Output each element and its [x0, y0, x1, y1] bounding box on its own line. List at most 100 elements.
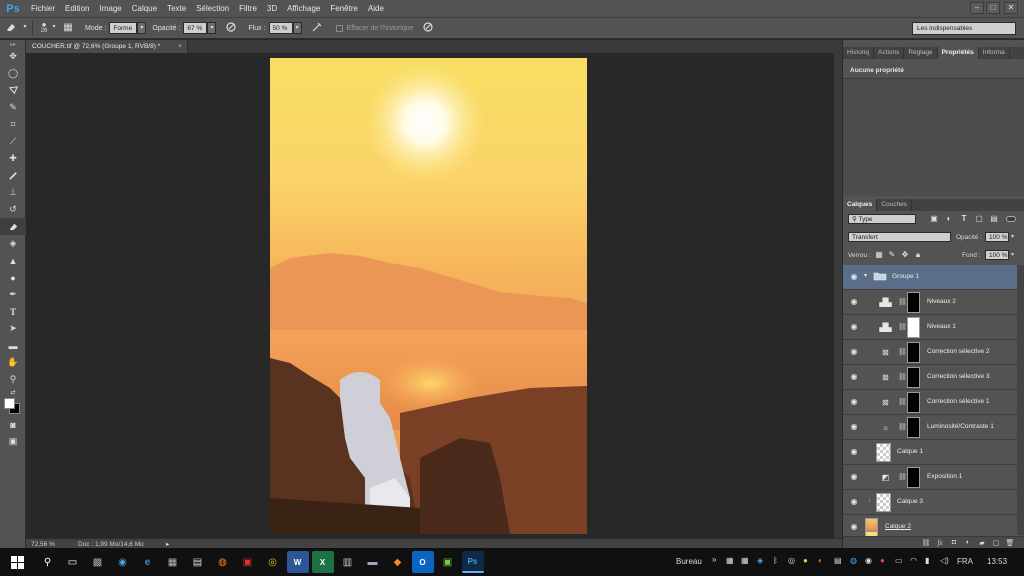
move-tool-icon[interactable]: ✥ — [0, 48, 26, 65]
document-close-icon[interactable]: × — [178, 40, 182, 53]
task-view-icon[interactable]: ▭ — [62, 551, 84, 573]
filter-shape-icon[interactable]: ▢ — [974, 214, 984, 224]
lasso-tool-icon[interactable] — [0, 82, 26, 99]
outlook-icon[interactable]: O — [411, 551, 434, 573]
layer-mask-thumbnail[interactable] — [907, 342, 920, 363]
eraser-tool-icon[interactable] — [4, 21, 18, 35]
search-icon[interactable]: ⚲ — [37, 551, 59, 573]
filter-toggle-switch[interactable] — [1006, 216, 1016, 222]
input-language[interactable]: FRA — [957, 557, 973, 566]
wifi-icon[interactable]: ◠ — [910, 556, 917, 565]
tray-app-icon-3[interactable]: ◎ — [788, 556, 795, 565]
layer-thumbnail[interactable] — [876, 493, 891, 512]
app-green-icon[interactable]: ▣ — [437, 551, 459, 573]
layer-thumbnail[interactable] — [876, 443, 891, 462]
quick-mask-icon[interactable]: ◙ — [0, 416, 26, 433]
tab-calques[interactable]: Calques — [843, 199, 878, 211]
lock-all-icon[interactable]: 🔒︎ — [913, 250, 923, 260]
clock-time[interactable]: 13:53 — [987, 557, 1007, 566]
app-red-icon[interactable]: ▣ — [237, 551, 259, 573]
tool-preset-dropdown[interactable]: ▾ — [22, 22, 28, 34]
eyedropper-tool-icon[interactable]: ⟋ — [0, 133, 26, 150]
blend-mode-select[interactable]: Transfert — [848, 232, 951, 242]
menu-fenetre[interactable]: Fenêtre — [325, 4, 363, 13]
nvidia-icon[interactable]: ◈ — [757, 556, 763, 565]
layer-row-luminosite-contraste-1[interactable]: ◉ ☼ ⛓ Luminosité/Contraste 1 — [843, 415, 1017, 440]
tab-reglage[interactable]: Réglage — [904, 47, 938, 59]
crop-tool-icon[interactable]: ⌗ — [0, 116, 26, 133]
add-mask-icon[interactable]: ◘ — [947, 539, 961, 546]
menu-selection[interactable]: Sélection — [191, 4, 234, 13]
tray-app-icon-1[interactable]: ▦ — [726, 556, 734, 565]
calculator-icon[interactable]: ▥ — [337, 551, 359, 573]
filter-type-icon[interactable]: T — [959, 214, 969, 224]
firefox-icon[interactable]: ◍ — [212, 551, 234, 573]
new-adjustment-layer-icon[interactable]: ◐ — [961, 539, 975, 546]
brush-panel-icon[interactable]: ▦ — [61, 21, 75, 35]
volume-icon[interactable]: ◁) — [940, 556, 949, 565]
tray-app-icon-2[interactable]: ▦ — [741, 556, 749, 565]
opacity-input[interactable]: 67 % — [183, 22, 208, 34]
desktop-toolbar-label[interactable]: Bureau — [676, 557, 702, 566]
menu-calque[interactable]: Calque — [127, 4, 162, 13]
minimize-button[interactable]: – — [970, 2, 984, 14]
tab-actions[interactable]: Actions — [874, 47, 905, 59]
blur-tool-icon[interactable]: ▲ — [0, 252, 26, 269]
visibility-eye-icon[interactable]: ◉ — [849, 422, 859, 432]
menu-affichage[interactable]: Affichage — [282, 4, 325, 13]
app-orange-icon[interactable]: ◆ — [387, 551, 409, 573]
word-icon[interactable]: W — [286, 551, 309, 573]
lock-pixels-icon[interactable]: ✎ — [887, 250, 897, 260]
store-icon[interactable]: ▤ — [187, 551, 209, 573]
toolbar-expand-chevron[interactable]: » — [712, 555, 716, 564]
flow-input[interactable]: 50 % — [268, 22, 293, 34]
layer-mask-thumbnail[interactable] — [907, 467, 920, 488]
menu-edition[interactable]: Edition — [60, 4, 94, 13]
visibility-eye-icon[interactable]: ◉ — [849, 372, 859, 382]
layer-row-groupe-1[interactable]: ◉ ▾ Groupe 1 — [843, 265, 1017, 290]
swap-colors-icon[interactable]: ⇄ — [0, 388, 26, 396]
edge-browser-icon[interactable]: e — [137, 551, 159, 573]
document-tab[interactable]: COUCHER.tif @ 72,6% (Groupe 1, RVB/8) * … — [26, 40, 188, 53]
tab-informations[interactable]: Informa — [979, 47, 1010, 59]
workspace-select[interactable]: Les indispensables — [912, 22, 1016, 35]
brush-preset-picker[interactable]: ● 26 — [37, 21, 51, 35]
opacity-dropdown-arrow[interactable]: ▾ — [207, 22, 217, 34]
foreground-color-swatch[interactable] — [4, 398, 15, 409]
mode-dropdown-arrow[interactable]: ▾ — [137, 22, 147, 34]
marquee-tool-icon[interactable]: ◯ — [0, 65, 26, 82]
eraser-tool-icon-active[interactable] — [0, 218, 26, 235]
layer-opacity-dropdown-arrow[interactable]: ▾ — [1011, 233, 1014, 240]
app-icon-2[interactable]: ◉ — [112, 551, 134, 573]
menu-aide[interactable]: Aide — [363, 4, 389, 13]
visibility-eye-icon[interactable]: ◉ — [849, 397, 859, 407]
visibility-eye-icon[interactable]: ◉ — [849, 347, 859, 357]
document-image[interactable] — [270, 58, 587, 534]
color-swatches[interactable] — [0, 396, 26, 416]
pressure-size-icon[interactable] — [421, 21, 435, 35]
mask-link-icon[interactable]: ⛓ — [898, 298, 907, 307]
excel-icon[interactable]: X — [311, 551, 334, 573]
erase-history-checkbox[interactable] — [335, 24, 343, 32]
canvas-vertical-scrollbar[interactable] — [834, 53, 842, 538]
dodge-tool-icon[interactable]: ● — [0, 269, 26, 286]
layers-scrollbar[interactable] — [1017, 265, 1024, 535]
path-selection-tool-icon[interactable]: ➤ — [0, 320, 26, 337]
visibility-eye-icon[interactable]: ◉ — [849, 297, 859, 307]
visibility-eye-icon[interactable]: ◉ — [849, 322, 859, 332]
layer-opacity-input[interactable]: 100 % — [985, 232, 1009, 242]
tab-historique[interactable]: Historiq — [843, 47, 875, 59]
mask-link-icon[interactable]: ⛓ — [898, 348, 907, 357]
visibility-eye-icon[interactable]: ◉ — [849, 472, 859, 482]
quick-selection-tool-icon[interactable]: ✎ — [0, 99, 26, 116]
layer-filter-select[interactable]: ⚲ Type — [848, 214, 916, 224]
mask-link-icon[interactable]: ⛓ — [898, 473, 907, 482]
mask-link-icon[interactable]: ⛓ — [898, 423, 907, 432]
visibility-eye-icon[interactable]: ◉ — [849, 272, 859, 282]
healing-brush-tool-icon[interactable]: ✚ — [0, 150, 26, 167]
mask-link-icon[interactable]: ⛓ — [898, 398, 907, 407]
save-app-icon[interactable]: ▬ — [362, 551, 384, 573]
lock-position-icon[interactable]: ✥ — [900, 250, 910, 260]
windows-start-icon[interactable] — [2, 551, 34, 573]
layer-mask-thumbnail[interactable] — [907, 292, 920, 313]
